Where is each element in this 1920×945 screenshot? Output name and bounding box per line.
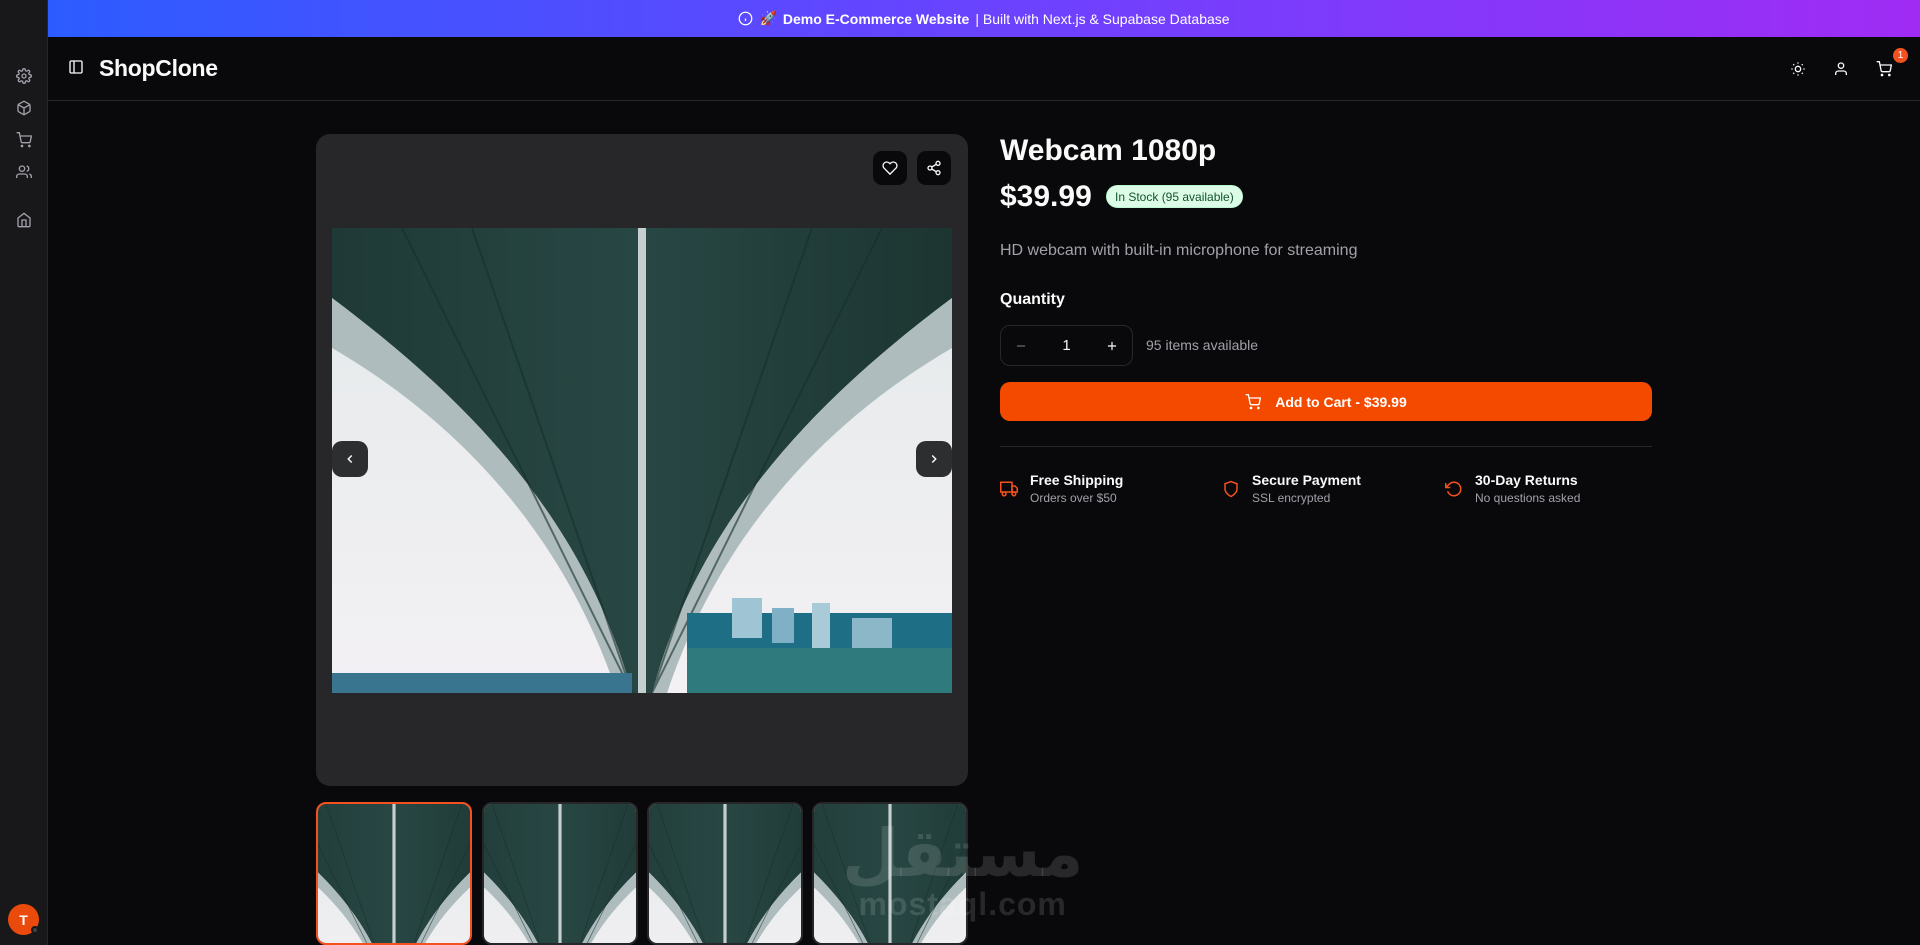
thumbnail-image — [484, 804, 636, 943]
product-image — [332, 228, 952, 693]
product-price: $39.99 — [1000, 180, 1092, 213]
sidebar-toggle-icon[interactable] — [68, 59, 84, 75]
product-title: Webcam 1080p — [1000, 134, 1217, 167]
quantity-stepper: 1 — [1000, 325, 1133, 366]
increase-quantity-plus-icon[interactable] — [1102, 336, 1122, 356]
thumbnail-2[interactable] — [482, 802, 638, 945]
next-image-chevron-right-icon[interactable] — [916, 441, 952, 477]
rocket-emoji: 🚀 — [759, 10, 777, 26]
theme-toggle-sun-icon[interactable] — [1788, 59, 1808, 79]
banner-text: | Built with Next.js & Supabase Database — [975, 10, 1230, 27]
settings-icon[interactable] — [12, 64, 36, 88]
feature-title: 30-Day Returns — [1475, 472, 1578, 488]
shield-icon — [1222, 480, 1240, 505]
feature-title: Free Shipping — [1030, 472, 1124, 488]
watermark-arabic: مستقل — [842, 816, 1084, 890]
thumbnail-1[interactable] — [316, 802, 472, 945]
info-icon — [738, 11, 753, 26]
add-to-cart-button[interactable]: Add to Cart - $39.99 — [1000, 382, 1652, 421]
feature-subtitle: No questions asked — [1475, 491, 1581, 505]
feature-free-shipping: Free Shipping Orders over $50 — [1000, 472, 1123, 505]
watermark-latin: mostaql.com — [858, 886, 1067, 922]
cart-count-badge: 1 — [1893, 48, 1908, 63]
items-available-text: 95 items available — [1146, 337, 1259, 353]
avatar[interactable]: T — [8, 904, 39, 935]
feature-30-day-returns: 30-Day Returns No questions asked — [1445, 472, 1580, 505]
user-account-icon[interactable] — [1831, 59, 1851, 79]
truck-icon — [1000, 480, 1018, 505]
thumbnail-3[interactable] — [647, 802, 803, 945]
thumbnail-image — [649, 804, 801, 943]
feature-subtitle: Orders over $50 — [1030, 491, 1117, 505]
product-description: HD webcam with built-in microphone for s… — [1000, 242, 1358, 259]
product-image-gallery — [316, 134, 968, 786]
shopping-cart-icon — [1245, 393, 1262, 410]
brand-logo[interactable]: ShopClone — [99, 55, 218, 82]
share-icon[interactable] — [916, 150, 952, 186]
cart-icon[interactable] — [1874, 59, 1894, 79]
previous-image-chevron-left-icon[interactable] — [332, 441, 368, 477]
sidebar: T — [0, 0, 48, 945]
status-dot — [31, 926, 39, 934]
feature-title: Secure Payment — [1252, 472, 1361, 488]
decrease-quantity-minus-icon[interactable] — [1011, 336, 1031, 356]
feature-subtitle: SSL encrypted — [1252, 491, 1331, 505]
thumbnail-image — [318, 804, 470, 943]
home-icon[interactable] — [12, 208, 36, 232]
package-icon[interactable] — [12, 96, 36, 120]
quantity-value[interactable]: 1 — [1062, 337, 1070, 354]
announcement-banner: 🚀 Demo E-Commerce Website | Built with N… — [48, 0, 1920, 37]
header: ShopClone 1 — [48, 37, 1920, 101]
shopping-cart-icon[interactable] — [12, 128, 36, 152]
avatar-initial: T — [19, 911, 28, 928]
stock-status-badge: In Stock (95 available) — [1106, 185, 1243, 208]
quantity-label: Quantity — [1000, 291, 1065, 308]
rotate-ccw-icon — [1445, 480, 1463, 505]
watermark: مستقل mostaql.com — [842, 820, 1083, 920]
feature-secure-payment: Secure Payment SSL encrypted — [1222, 472, 1361, 505]
wishlist-heart-icon[interactable] — [872, 150, 908, 186]
add-to-cart-label: Add to Cart - $39.99 — [1275, 393, 1407, 410]
divider — [1000, 446, 1652, 447]
users-icon[interactable] — [12, 160, 36, 184]
banner-highlight: Demo E-Commerce Website — [782, 10, 970, 27]
